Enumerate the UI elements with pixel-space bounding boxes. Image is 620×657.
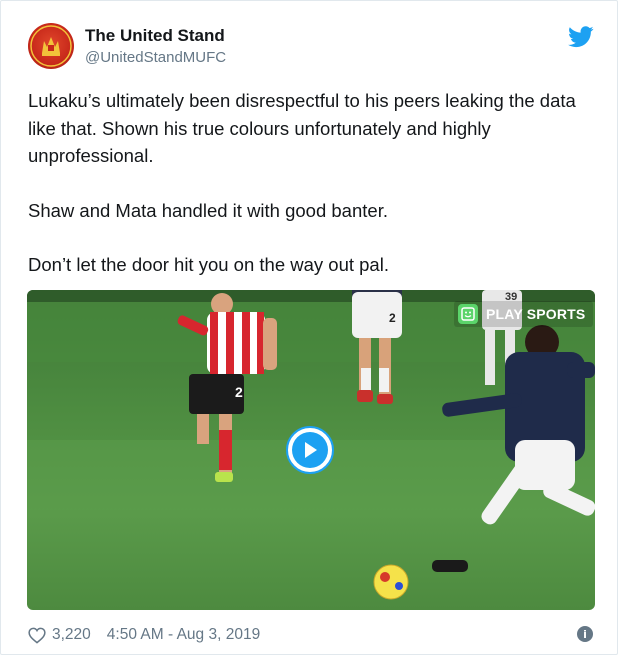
user-handle[interactable]: @UnitedStandMUFC [85, 49, 226, 66]
shirt-number: 2 [389, 311, 396, 325]
play-button[interactable] [286, 426, 334, 474]
info-icon[interactable]: i [577, 626, 593, 642]
tweet-paragraph: Shaw and Mata handled it with good bante… [28, 199, 388, 221]
play-icon [292, 432, 328, 468]
like-count[interactable]: 3,220 [52, 626, 91, 644]
shirt-number: 2 [235, 384, 243, 400]
football [373, 564, 409, 600]
tweet-card: The United Stand @UnitedStandMUFC Lukaku… [0, 0, 618, 655]
display-name[interactable]: The United Stand [85, 26, 225, 46]
heart-icon[interactable] [28, 627, 46, 644]
timestamp[interactable]: 4:50 AM - Aug 3, 2019 [107, 626, 260, 644]
badge-label: PLAY SPORTS [486, 306, 586, 322]
tweet-paragraph: Lukaku’s ultimately been disrespectful t… [28, 90, 576, 166]
smiley-icon [458, 304, 478, 324]
play-sports-badge: PLAY SPORTS [454, 301, 594, 327]
tweet-paragraph: Don’t let the door hit you on the way ou… [28, 254, 389, 275]
twitter-bird-icon[interactable] [568, 26, 594, 48]
club-crest-icon [30, 25, 72, 67]
tweet-footer: 3,220 4:50 AM - Aug 3, 2019 i [28, 624, 593, 646]
avatar[interactable] [28, 23, 74, 69]
tweet-text: Lukaku’s ultimately been disrespectful t… [28, 87, 588, 279]
